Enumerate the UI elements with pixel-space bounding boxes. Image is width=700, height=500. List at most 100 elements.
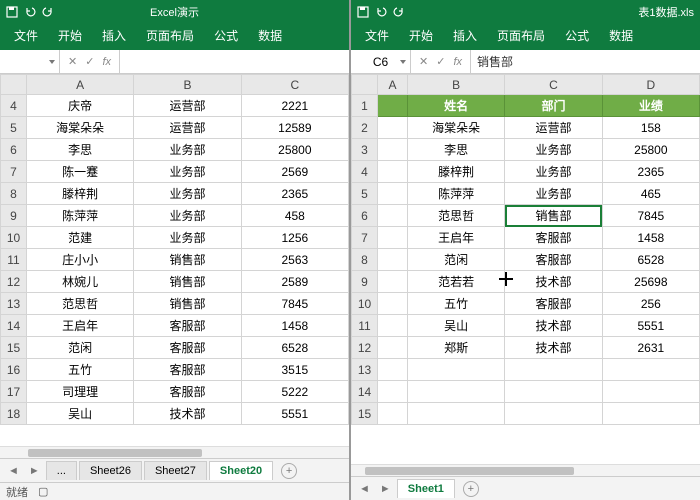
row-header[interactable]: 13 (1, 293, 27, 315)
cell[interactable]: 2563 (241, 249, 348, 271)
cell[interactable] (378, 249, 408, 271)
cell[interactable] (378, 271, 408, 293)
cell[interactable]: 7845 (602, 205, 699, 227)
col-header[interactable]: A (378, 75, 408, 95)
cell[interactable]: 范思哲 (408, 205, 505, 227)
cell[interactable]: 1256 (241, 227, 348, 249)
row-header[interactable]: 7 (352, 227, 378, 249)
cell[interactable] (602, 403, 699, 425)
sheet-tab[interactable]: Sheet27 (144, 461, 207, 480)
cell[interactable]: 海棠朵朵 (408, 117, 505, 139)
cell[interactable]: 范若若 (408, 271, 505, 293)
cell[interactable]: 5222 (241, 381, 348, 403)
name-box[interactable]: C6 (351, 50, 411, 73)
row-header[interactable]: 12 (1, 271, 27, 293)
tab-nav-next[interactable]: ► (25, 465, 44, 477)
cell[interactable] (505, 403, 602, 425)
cell[interactable]: 运营部 (505, 117, 602, 139)
ribbon-tab[interactable]: 页面布局 (487, 22, 555, 50)
cell[interactable]: 范闲 (27, 337, 134, 359)
cell[interactable] (408, 403, 505, 425)
add-sheet-button[interactable]: + (463, 481, 479, 497)
cell[interactable]: 林婉儿 (27, 271, 134, 293)
cell[interactable]: 滕梓荆 (408, 161, 505, 183)
fx-icon[interactable]: fx (453, 56, 462, 68)
record-macro-icon[interactable]: ▢ (38, 485, 48, 498)
select-all[interactable] (1, 75, 27, 95)
cell[interactable]: 业务部 (505, 139, 602, 161)
cell[interactable]: 销售部 (134, 293, 241, 315)
cell[interactable]: 业务部 (505, 161, 602, 183)
col-header[interactable]: B (134, 75, 241, 95)
row-header[interactable]: 1 (352, 95, 378, 117)
row-header[interactable]: 13 (352, 359, 378, 381)
cell[interactable]: 技术部 (505, 315, 602, 337)
ribbon-tab[interactable]: 文件 (355, 22, 399, 50)
cell[interactable]: 业务部 (134, 227, 241, 249)
cell[interactable]: 运营部 (134, 95, 241, 117)
cell[interactable]: 五竹 (27, 359, 134, 381)
undo-icon[interactable] (375, 6, 387, 18)
cell[interactable]: 2365 (602, 161, 699, 183)
ribbon-tab[interactable]: 数据 (248, 22, 292, 50)
cell[interactable]: 6528 (602, 249, 699, 271)
cell[interactable]: 运营部 (134, 117, 241, 139)
cell[interactable]: 7845 (241, 293, 348, 315)
row-header[interactable]: 16 (1, 359, 27, 381)
row-header[interactable]: 11 (352, 315, 378, 337)
ribbon-tab[interactable]: 页面布局 (136, 22, 204, 50)
cell[interactable]: 1458 (602, 227, 699, 249)
cell[interactable]: 销售部 (134, 249, 241, 271)
cancel-icon[interactable]: ✕ (419, 55, 428, 68)
enter-icon[interactable]: ✓ (85, 55, 94, 68)
grid-left[interactable]: ABC4庆帝运营部22215海棠朵朵运营部125896李思业务部258007陈一… (0, 74, 349, 446)
row-header[interactable]: 3 (352, 139, 378, 161)
row-header[interactable]: 14 (352, 381, 378, 403)
cell[interactable]: 客服部 (134, 315, 241, 337)
cell[interactable]: 陈一蹇 (27, 161, 134, 183)
redo-icon[interactable] (42, 6, 54, 18)
cell[interactable]: 2631 (602, 337, 699, 359)
cell[interactable]: 陈萍萍 (27, 205, 134, 227)
col-header[interactable]: C (241, 75, 348, 95)
row-header[interactable]: 15 (352, 403, 378, 425)
cell[interactable] (602, 381, 699, 403)
cell[interactable]: 王启年 (27, 315, 134, 337)
cell[interactable] (378, 139, 408, 161)
cell[interactable]: 五竹 (408, 293, 505, 315)
cell[interactable]: 姓名 (408, 95, 505, 117)
row-header[interactable]: 11 (1, 249, 27, 271)
col-header[interactable]: C (505, 75, 602, 95)
cell[interactable] (378, 205, 408, 227)
cell[interactable]: 5551 (602, 315, 699, 337)
cell[interactable]: 郑斯 (408, 337, 505, 359)
add-sheet-button[interactable]: + (281, 463, 297, 479)
row-header[interactable]: 4 (1, 95, 27, 117)
cell[interactable]: 李思 (27, 139, 134, 161)
row-header[interactable]: 12 (352, 337, 378, 359)
col-header[interactable]: A (27, 75, 134, 95)
row-header[interactable]: 5 (352, 183, 378, 205)
cell[interactable]: 业务部 (134, 139, 241, 161)
cell[interactable] (602, 359, 699, 381)
cell[interactable]: 吴山 (408, 315, 505, 337)
cell[interactable] (505, 359, 602, 381)
cell[interactable]: 李思 (408, 139, 505, 161)
cell[interactable]: 王启年 (408, 227, 505, 249)
tab-nav-prev[interactable]: ◄ (355, 483, 374, 495)
fx-icon[interactable]: fx (102, 56, 111, 68)
ribbon-tab[interactable]: 插入 (443, 22, 487, 50)
cell[interactable]: 2569 (241, 161, 348, 183)
cell[interactable]: 2365 (241, 183, 348, 205)
tab-nav-next[interactable]: ► (376, 483, 395, 495)
cell[interactable]: 滕梓荆 (27, 183, 134, 205)
cell[interactable]: 客服部 (134, 337, 241, 359)
cell[interactable] (378, 117, 408, 139)
cell[interactable]: 庆帝 (27, 95, 134, 117)
cell[interactable]: 业绩 (602, 95, 699, 117)
row-header[interactable]: 18 (1, 403, 27, 425)
cell[interactable]: 业务部 (134, 161, 241, 183)
cell[interactable]: 客服部 (134, 381, 241, 403)
formula-input[interactable] (120, 50, 349, 73)
row-header[interactable]: 4 (352, 161, 378, 183)
